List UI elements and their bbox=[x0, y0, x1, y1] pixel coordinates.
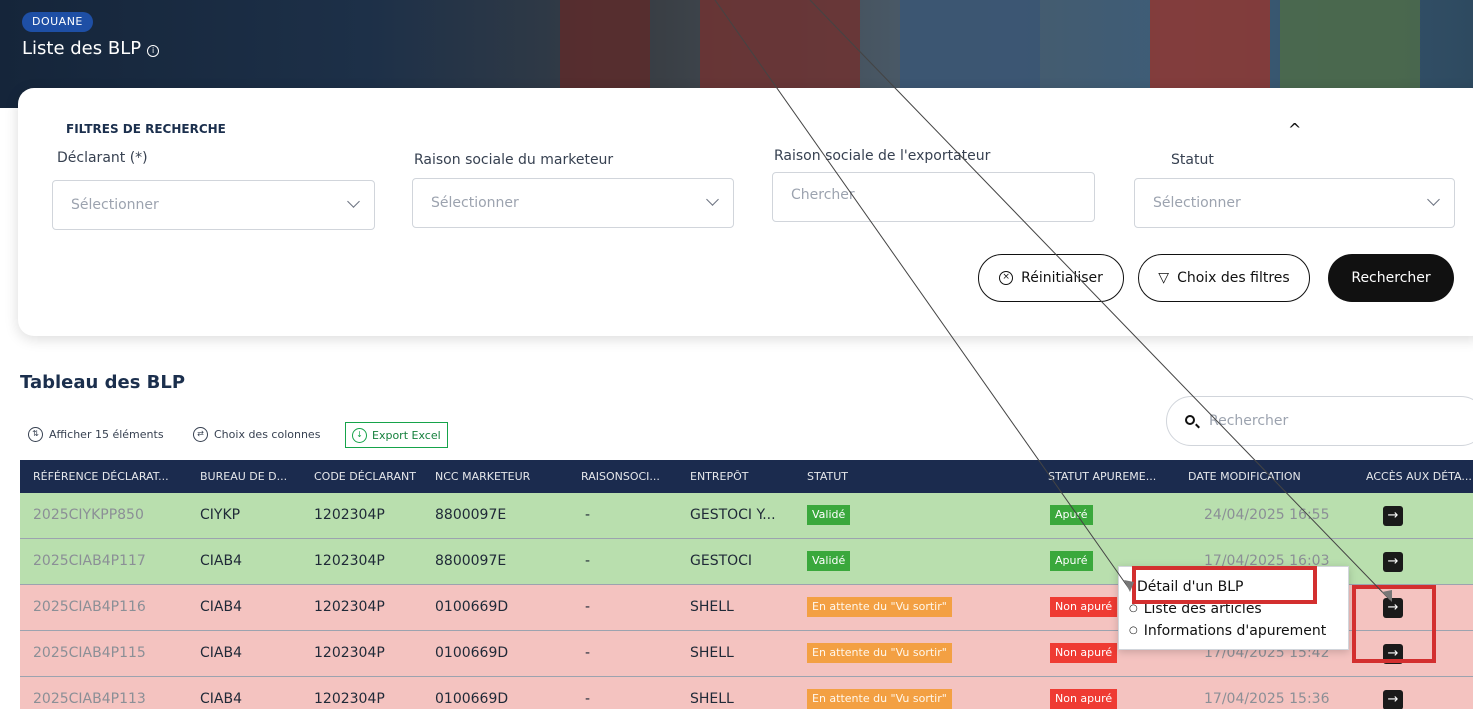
annotation-line bbox=[714, 0, 1131, 591]
annotation-arrowhead bbox=[1124, 580, 1134, 592]
annotation-arrowhead bbox=[1382, 590, 1392, 602]
annotation-lines bbox=[714, 0, 1392, 602]
annotation-line bbox=[809, 0, 1391, 601]
